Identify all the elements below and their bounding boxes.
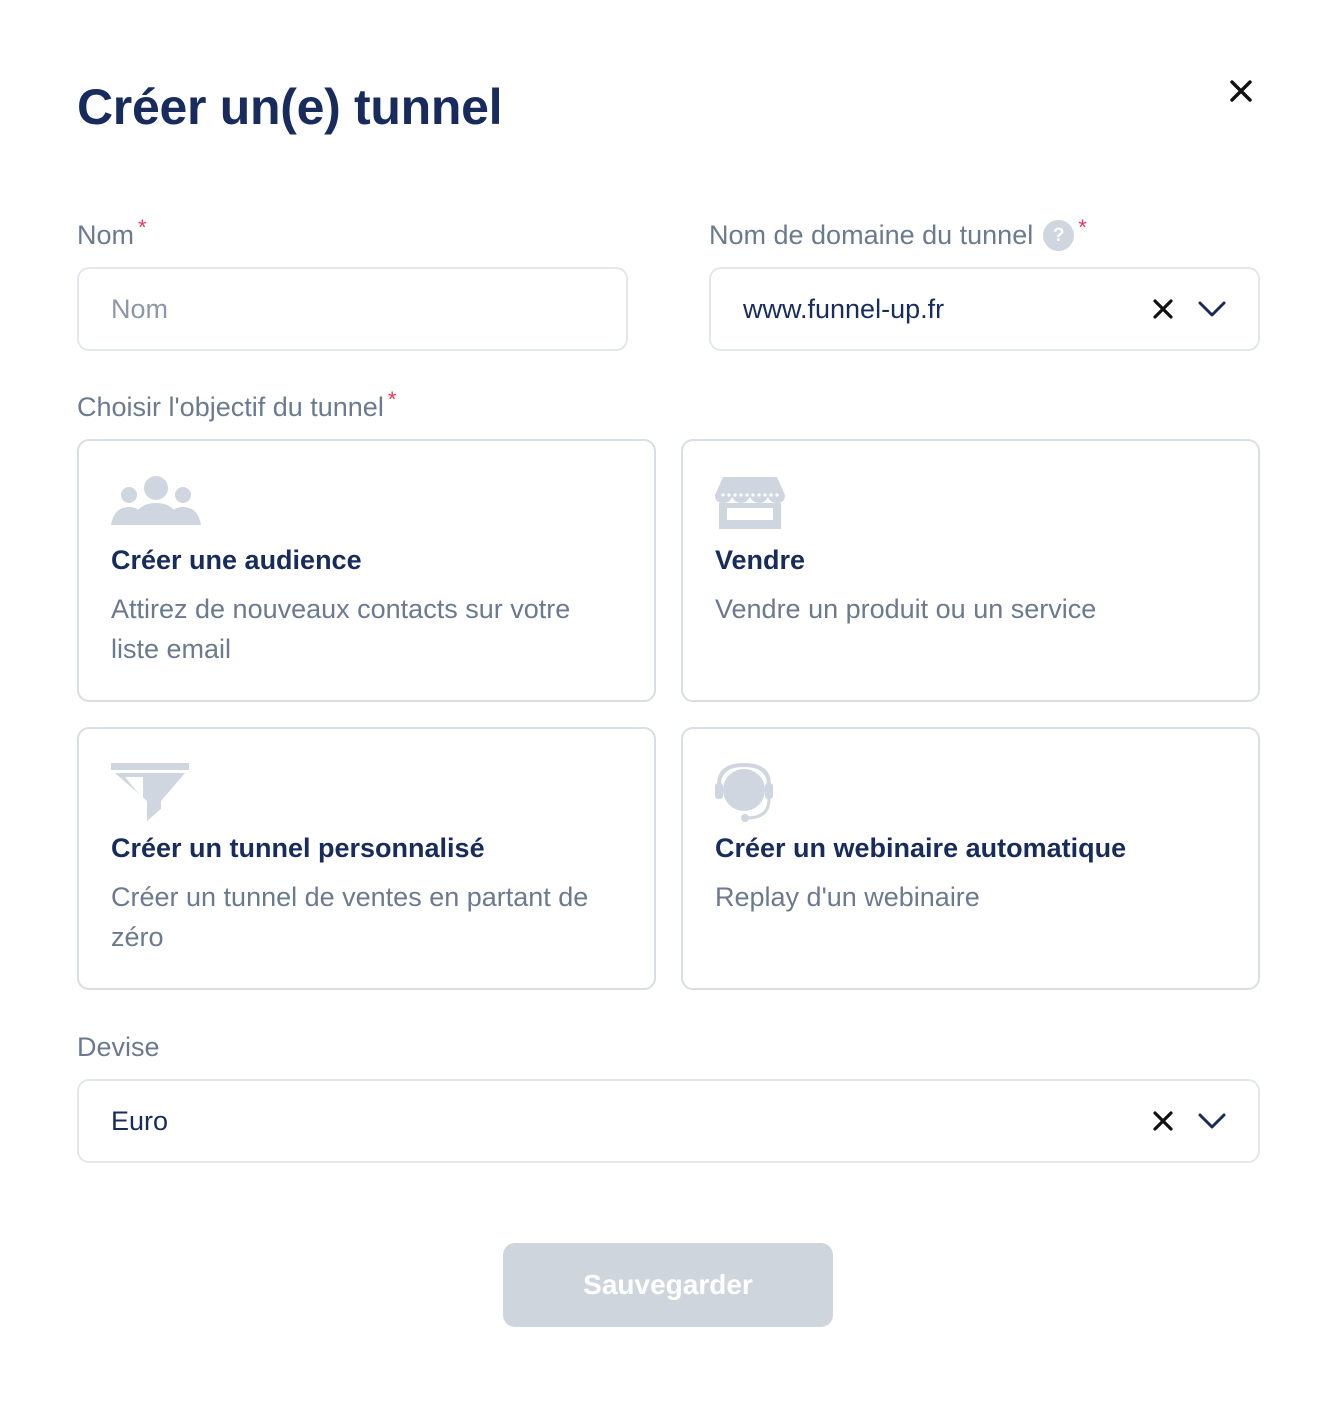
storefront-icon (715, 475, 785, 536)
card-title: Créer une audience (111, 545, 362, 575)
domain-label: Nom de domaine du tunnel ? * (709, 215, 1087, 251)
name-input[interactable] (79, 269, 626, 349)
currency-clear-button[interactable] (1148, 1106, 1178, 1136)
headset-icon (715, 762, 773, 828)
help-icon[interactable]: ? (1043, 220, 1075, 251)
create-tunnel-modal: Créer un(e) tunnel Nom * Nom de domaine … (0, 0, 1338, 1402)
objective-card-custom-tunnel[interactable]: Créer un tunnel personnalisé Créer un tu… (77, 727, 656, 990)
close-icon (1230, 80, 1252, 102)
required-mark: * (387, 386, 397, 412)
card-description: Créer un tunnel de ventes en partant de … (111, 882, 589, 952)
clear-icon (1153, 299, 1173, 319)
chevron-down-icon (1198, 301, 1226, 317)
save-button[interactable]: Sauvegarder (503, 1243, 833, 1327)
objective-card-audience[interactable]: Créer une audience Attirez de nouveaux c… (77, 439, 656, 702)
currency-label-text: Devise (77, 1032, 160, 1062)
domain-clear-button[interactable] (1148, 294, 1178, 324)
name-label: Nom * (77, 215, 147, 251)
domain-select[interactable]: www.funnel-up.fr (709, 267, 1260, 351)
domain-select-value: www.funnel-up.fr (743, 293, 945, 324)
objective-card-sell[interactable]: Vendre Vendre un produit ou un service (681, 439, 1260, 702)
objective-label-text: Choisir l'objectif du tunnel (77, 392, 384, 422)
card-description: Attirez de nouveaux contacts sur votre l… (111, 594, 571, 664)
domain-label-text: Nom de domaine du tunnel (709, 220, 1034, 250)
card-description: Replay d'un webinaire (715, 882, 980, 912)
objective-card-webinar[interactable]: Créer un webinaire automatique Replay d'… (681, 727, 1260, 990)
currency-dropdown-toggle[interactable] (1196, 1106, 1228, 1136)
chevron-down-icon (1198, 1113, 1226, 1129)
name-field (77, 267, 628, 351)
users-group-icon (111, 475, 201, 536)
objective-label: Choisir l'objectif du tunnel * (77, 387, 396, 423)
clear-icon (1153, 1111, 1173, 1131)
currency-select-value: Euro (111, 1105, 169, 1136)
currency-label: Devise (77, 1032, 160, 1063)
card-description: Vendre un produit ou un service (715, 594, 1097, 624)
name-label-text: Nom (77, 220, 135, 250)
modal-title: Créer un(e) tunnel (77, 79, 503, 135)
currency-select[interactable]: Euro (77, 1079, 1260, 1163)
card-title: Créer un tunnel personnalisé (111, 833, 485, 863)
funnel-icon (111, 763, 189, 828)
required-mark: * (1078, 214, 1087, 240)
card-title: Vendre (715, 545, 806, 575)
domain-dropdown-toggle[interactable] (1196, 294, 1228, 324)
required-mark: * (138, 214, 147, 240)
card-title: Créer un webinaire automatique (715, 833, 1127, 863)
close-button[interactable] (1222, 72, 1260, 110)
